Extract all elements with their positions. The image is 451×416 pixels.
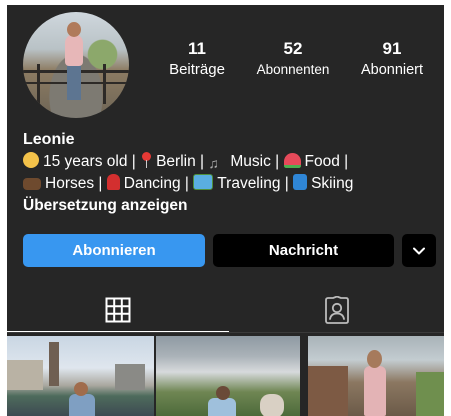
bio-traveling: Traveling | [217,175,289,192]
pin-icon [140,152,152,168]
stat-following-count: 91 [382,39,402,58]
chevron-down-icon [413,247,425,254]
avatar-person-head [67,22,81,37]
photo-person-head [216,386,230,400]
bio-music: Music | [230,153,280,170]
photo-person-head [74,382,88,396]
profile-avatar[interactable] [23,12,129,118]
avatar-person-legs [67,64,81,100]
horse-icon [23,178,41,190]
photo-animal [260,394,284,416]
music-notes-icon: ♫ [208,155,219,171]
photo-tree [416,372,444,416]
tab-tagged[interactable] [229,288,444,332]
bio-line-1: 15 years old | Berlin | ♫ Music | Food | [23,151,348,173]
active-tab-indicator [7,331,229,332]
bio-skiing: Skiing [311,175,354,192]
photo-person [208,398,236,416]
stat-posts-count: 11 [188,39,206,58]
watermelon-icon [283,153,301,168]
photo-person [69,394,95,416]
stat-following[interactable]: 91 Abonniert [350,39,434,80]
photo-building [7,360,43,390]
avatar-person-body [65,34,83,66]
avatar-post [103,64,106,104]
stat-followers[interactable]: 52 Abonnenten [247,39,339,80]
follow-button[interactable]: Abonnieren [23,234,205,267]
face-icon [23,152,39,168]
grid-icon [105,297,131,323]
photo-building [115,364,145,390]
profile-name: Leonie [23,131,75,148]
bio-age: 15 years old | [43,153,136,170]
map-icon [193,174,214,190]
avatar-post [37,64,40,104]
grid-photo[interactable] [7,336,154,416]
stat-followers-count: 52 [283,39,303,58]
bio-line-2: Horses | Dancing | Traveling | Skiing [23,173,353,195]
photo-tower [49,342,59,386]
photo-person [364,366,386,416]
message-button[interactable]: Nachricht [213,234,394,267]
skier-icon [293,174,308,190]
bio-horses: Horses | [45,175,103,192]
stat-following-label: Abonniert [360,62,424,78]
grid-photo[interactable] [156,336,300,416]
bio-city: Berlin | [156,153,205,170]
tab-divider [7,332,444,333]
stat-posts-label: Beiträge [169,61,225,78]
tagged-person-icon [324,296,349,324]
dancer-icon [106,174,120,190]
bio-dancing: Dancing | [123,175,189,192]
tab-posts-grid[interactable] [7,288,229,332]
profile-screen: 11 Beiträge 52 Abonnenten 91 Abonniert L… [7,5,444,416]
photo-wall [308,366,348,416]
stat-followers-label: Abonnenten [256,62,330,77]
photo-person-head [367,350,382,368]
show-translation-link[interactable]: Übersetzung anzeigen [23,195,188,217]
stat-posts[interactable]: 11 Beiträge [159,39,235,80]
bio-food: Food | [304,153,349,170]
grid-photo[interactable] [308,336,444,416]
more-options-button[interactable] [402,234,436,267]
